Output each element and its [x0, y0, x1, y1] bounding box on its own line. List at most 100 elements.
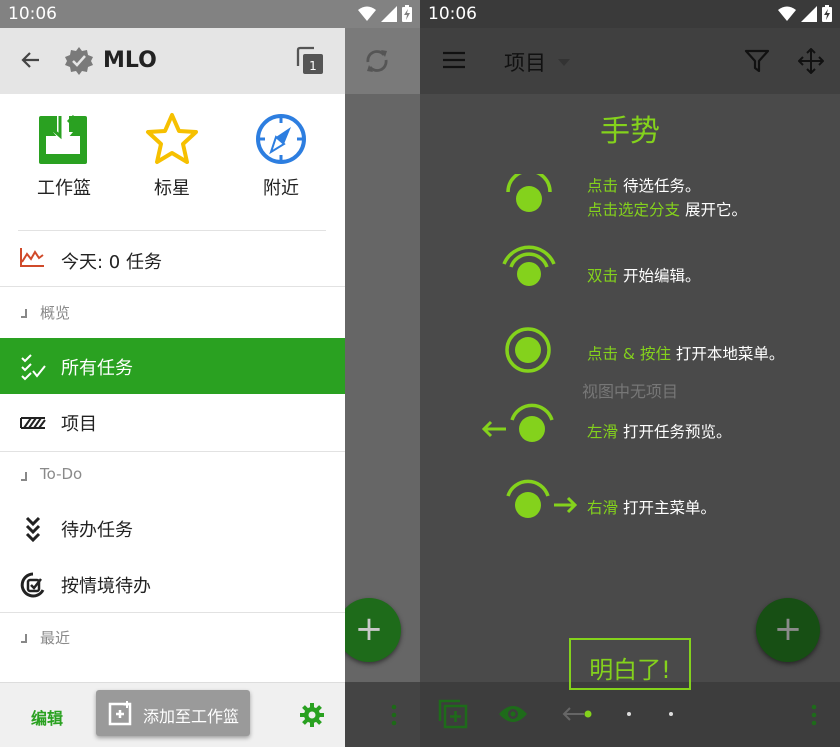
- status-time: 10:06: [8, 4, 57, 24]
- battery-icon: [402, 5, 412, 22]
- gesture-line: 点击 待选任务。: [587, 174, 700, 196]
- wifi-icon: [778, 6, 796, 21]
- today-summary[interactable]: 今天: 0 任务: [0, 232, 345, 286]
- add-to-inbox-label: 添加至工作篮: [143, 707, 240, 726]
- copy-add-icon[interactable]: [438, 699, 468, 729]
- gesture-keyword: 点击选定分支: [587, 201, 681, 219]
- move-arrows-icon[interactable]: [798, 48, 824, 74]
- empty-view-text: 视图中无项目: [581, 382, 678, 401]
- projects-icon: [20, 417, 46, 429]
- nav-projects-label: 项目: [61, 414, 97, 435]
- bottom-toolbar: [420, 682, 840, 747]
- collapse-marker-icon: [21, 472, 27, 481]
- section-todo[interactable]: To-Do: [0, 453, 345, 499]
- eye-icon[interactable]: [498, 704, 528, 724]
- inbox-icon: [39, 112, 87, 164]
- drawer-header: MLO 1: [0, 28, 388, 94]
- right-screen: 10:06 项目 手势 视图中无项目 点击 待选任务。 点击选定分支 展开它。 …: [420, 0, 840, 747]
- page-dot: [627, 712, 631, 716]
- copy-count-icon[interactable]: 1: [295, 46, 325, 76]
- plus-icon: +: [354, 609, 384, 649]
- filter-icon[interactable]: [744, 48, 770, 74]
- signal-icon: [801, 5, 817, 22]
- tap-gesture-icon: [506, 174, 552, 212]
- drawer-title: MLO: [103, 48, 157, 73]
- collapse-marker-icon: [21, 634, 27, 643]
- battery-icon: [822, 5, 832, 22]
- nav-item-projects[interactable]: 项目: [0, 394, 345, 450]
- gesture-keyword: 左滑: [587, 423, 619, 441]
- plus-icon: +: [773, 609, 803, 649]
- background-add-fab: +: [337, 598, 401, 662]
- dropdown-caret-icon[interactable]: [558, 59, 570, 66]
- gesture-line: 右滑 打开主菜单。: [587, 496, 716, 518]
- status-icons: [778, 5, 832, 22]
- section-overview-label: 概览: [40, 304, 71, 322]
- chart-trend-icon: [20, 248, 44, 267]
- context-icon: [20, 572, 45, 598]
- divider: [18, 230, 326, 231]
- got-it-button[interactable]: 明白了!: [569, 638, 691, 690]
- swipe-right-gesture-icon: [506, 479, 578, 518]
- more-vert-icon[interactable]: [810, 702, 818, 728]
- tap-hold-gesture-icon: [505, 327, 551, 373]
- quick-starred[interactable]: 标星: [117, 112, 227, 200]
- gesture-description: 打开任务预览。: [618, 423, 732, 441]
- add-to-inbox-button[interactable]: 添加至工作篮: [96, 690, 250, 736]
- gesture-keyword: 双击: [587, 267, 619, 285]
- got-it-label: 明白了!: [589, 656, 671, 684]
- nav-item-todo-tasks[interactable]: 待办任务: [0, 500, 345, 556]
- quick-nearby-label: 附近: [263, 178, 299, 199]
- divider: [0, 451, 345, 452]
- page-dot: [669, 712, 673, 716]
- background-more-icon: [391, 704, 397, 726]
- header-title[interactable]: 项目: [504, 47, 546, 77]
- back-arrow-icon[interactable]: [19, 48, 43, 72]
- gesture-description: 待选任务。: [618, 177, 701, 195]
- section-recent[interactable]: 最近: [0, 615, 345, 661]
- divider: [0, 286, 345, 287]
- nav-todo-tasks-label: 待办任务: [61, 520, 133, 541]
- double-tap-gesture-icon: [502, 245, 556, 286]
- today-text: 今天: 0 任务: [61, 252, 162, 273]
- section-overview[interactable]: 概览: [0, 290, 345, 336]
- hamburger-menu-icon[interactable]: [442, 50, 466, 70]
- gesture-line: 左滑 打开任务预览。: [587, 420, 731, 442]
- nav-all-tasks-label: 所有任务: [61, 358, 133, 379]
- app-header: 项目: [420, 28, 840, 94]
- nav-item-all-tasks[interactable]: 所有任务: [0, 338, 345, 394]
- gesture-keyword: 右滑: [587, 499, 619, 517]
- edit-button[interactable]: 编辑: [31, 705, 63, 729]
- signal-icon: [381, 5, 397, 22]
- gesture-line: 点击选定分支 展开它。: [587, 198, 747, 220]
- svg-text:1: 1: [309, 59, 317, 73]
- left-screen: 10:06 + MLO 1 工作篮 标星 附近 今天: 0 任务 概览 所有任务…: [0, 0, 420, 747]
- section-todo-label: To-Do: [40, 465, 83, 483]
- divider: [0, 612, 345, 613]
- gesture-title: 手势: [600, 114, 660, 149]
- compass-icon: [256, 114, 306, 164]
- add-task-fab[interactable]: +: [756, 598, 820, 662]
- wifi-icon: [358, 6, 376, 21]
- background-bottom-bar: [345, 682, 420, 747]
- drawer-bottom-bar: 编辑 添加至工作篮: [0, 682, 345, 747]
- gesture-description: 开始编辑。: [618, 267, 701, 285]
- quick-nearby[interactable]: 附近: [226, 112, 336, 200]
- quick-inbox[interactable]: 工作篮: [9, 112, 119, 200]
- add-inbox-icon: [108, 701, 132, 726]
- chevrons-down-icon: [25, 516, 41, 543]
- sync-icon[interactable]: [362, 46, 392, 76]
- gesture-keyword: 点击: [587, 177, 619, 195]
- status-bar: 10:06: [0, 0, 420, 28]
- swipe-left-gesture-icon: [482, 403, 554, 442]
- nav-item-context-todo[interactable]: 按情境待办: [0, 556, 345, 612]
- collapse-marker-icon: [21, 309, 27, 318]
- status-icons: [358, 5, 412, 22]
- gear-icon[interactable]: [299, 702, 325, 728]
- nav-context-todo-label: 按情境待办: [61, 576, 151, 597]
- verified-badge-icon: [65, 47, 93, 75]
- section-recent-label: 最近: [40, 629, 71, 647]
- status-bar: 10:06: [420, 0, 840, 28]
- gesture-keyword: 点击 & 按住: [587, 345, 671, 363]
- check-list-icon: [21, 354, 46, 381]
